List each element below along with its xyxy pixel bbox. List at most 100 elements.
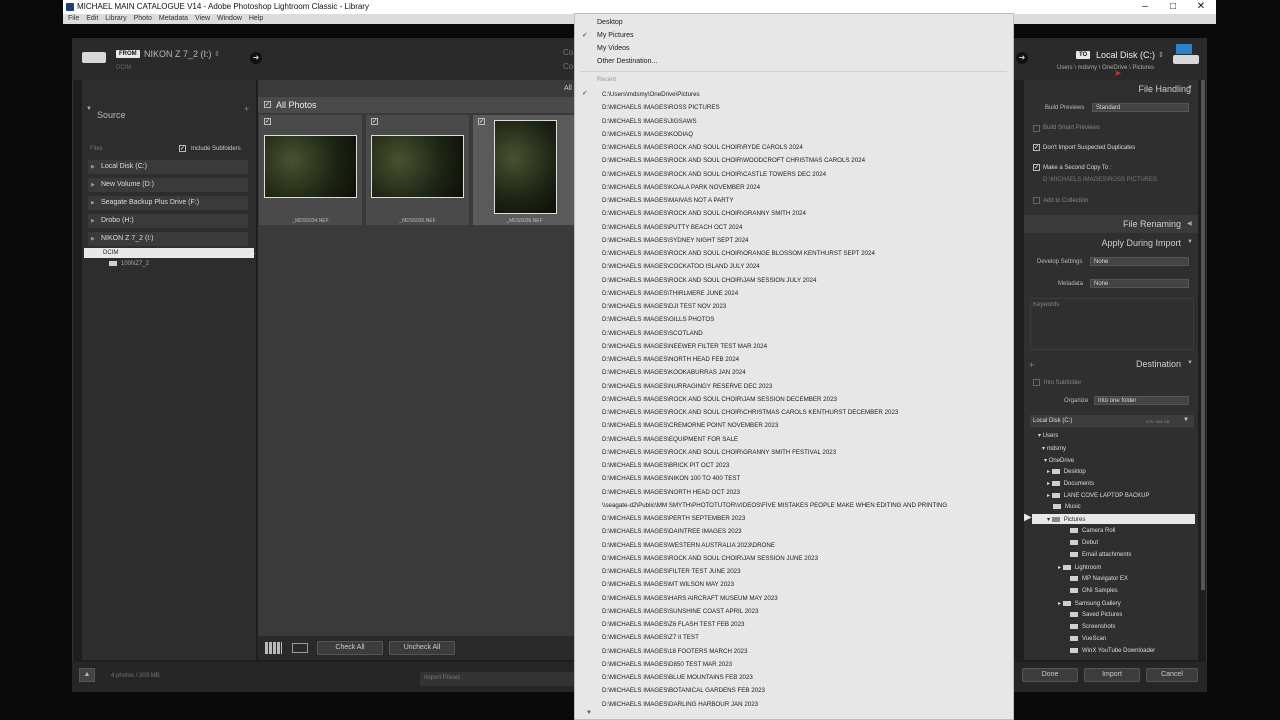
tree-music[interactable]: Music xyxy=(1053,504,1081,510)
tree-winx-downloader[interactable]: WinX YouTube Downloader xyxy=(1070,648,1155,654)
menu-item-recent-destination[interactable]: \\seagate-d2\Public\MM SMYTH\PHOTOTUTOR\… xyxy=(602,501,947,510)
menu-item-recent-destination[interactable]: D:\MICHAELS IMAGES\NORTH HEAD OCT 2023 xyxy=(602,488,740,497)
destination-header[interactable]: Destination xyxy=(1136,359,1181,369)
dont-import-duplicates-checkbox[interactable]: ✓ xyxy=(1033,144,1040,151)
menu-item-recent-destination[interactable]: D:\MICHAELS IMAGES\Z6 FLASH TEST FEB 202… xyxy=(602,620,744,629)
tree-vuescan[interactable]: VueScan xyxy=(1070,636,1106,642)
tree-debut[interactable]: Debut xyxy=(1070,540,1098,546)
apply-during-import-header[interactable]: Apply During Import xyxy=(1101,238,1181,248)
menu-item-recent-destination[interactable]: D:\MICHAELS IMAGES\PERTH SEPTEMBER 2023 xyxy=(602,514,745,523)
tree-mdsmy[interactable]: ▾ mdsmy xyxy=(1042,445,1066,452)
develop-settings-select[interactable]: None xyxy=(1090,257,1189,266)
folder-100nz7-2[interactable]: 100NZ7_2 xyxy=(109,261,149,267)
metadata-select[interactable]: None xyxy=(1090,279,1189,288)
menu-item-recent-destination[interactable]: D:\MICHAELS IMAGES\EQUIPMENT FOR SALE xyxy=(602,435,738,444)
done-button[interactable]: Done xyxy=(1022,668,1078,682)
menu-item-recent-destination[interactable]: D:\MICHAELS IMAGES\ROCK AND SOUL CHOIR\R… xyxy=(602,143,803,152)
second-copy-checkbox[interactable]: ✓ xyxy=(1033,164,1040,171)
destination-dropdown-arrow[interactable]: ⇕ xyxy=(1158,51,1164,59)
menu-edit[interactable]: Edit xyxy=(86,14,98,24)
photo-thumbnail[interactable]: ✓ _MDS5035.NEF xyxy=(366,115,470,225)
add-to-collection-checkbox[interactable] xyxy=(1033,197,1040,204)
volume-local-disk-c[interactable]: Local Disk (C:) xyxy=(88,160,248,174)
menu-file[interactable]: File xyxy=(68,14,79,24)
tree-saved-pictures[interactable]: Saved Pictures xyxy=(1070,612,1122,618)
import-button[interactable]: Import xyxy=(1084,668,1140,682)
menu-item-recent-destination[interactable]: D:\MICHAELS IMAGES\CREMORNE POINT NOVEMB… xyxy=(602,421,778,430)
menu-metadata[interactable]: Metadata xyxy=(159,14,188,24)
menu-item-recent-destination[interactable]: D:\MICHAELS IMAGES\ROCK AND SOUL CHOIR\G… xyxy=(602,209,806,218)
menu-item-recent-destination[interactable]: D:\MICHAELS IMAGES\D850 TEST MAR 2023 xyxy=(602,660,732,669)
menu-item-recent-destination[interactable]: D:\MICHAELS IMAGES\PUTTY BEACH OCT 2024 xyxy=(602,223,742,232)
collapse-triangle-icon[interactable]: ▼ xyxy=(1187,239,1193,245)
grid-view-icon[interactable] xyxy=(265,642,282,654)
volume-nikon-i[interactable]: NIKON Z 7_2 (I:) xyxy=(88,232,248,246)
menu-item-recent-destination[interactable]: D:\MICHAELS IMAGES\ROCK AND SOUL CHOIR\J… xyxy=(602,276,816,285)
add-destination-icon[interactable]: + xyxy=(1029,360,1034,370)
view-filter-all[interactable]: All xyxy=(564,85,572,92)
collapse-triangle-icon[interactable]: ▼ xyxy=(1183,417,1189,423)
photo-checkbox[interactable]: ✓ xyxy=(478,118,485,125)
tree-email-attachments[interactable]: Email attachments xyxy=(1070,552,1131,558)
menu-item-recent-destination[interactable]: D:\MICHAELS IMAGES\FILTER TEST JUNE 2023 xyxy=(602,567,741,576)
volume-drobo-h[interactable]: Drobo (H:) xyxy=(88,214,248,228)
uncheck-all-button[interactable]: Uncheck All xyxy=(389,641,455,655)
destination-name[interactable]: Local Disk (C:) xyxy=(1096,50,1155,60)
menu-view[interactable]: View xyxy=(195,14,210,24)
menu-item-recent-destination[interactable]: D:\MICHAELS IMAGES\DJI TEST NOV 2023 xyxy=(602,302,726,311)
menu-window[interactable]: Window xyxy=(217,14,242,24)
menu-item-recent-destination[interactable]: D:\MICHAELS IMAGES\BLUE MOUNTAINS FEB 20… xyxy=(602,673,753,682)
menu-item-recent-destination[interactable]: D:\MICHAELS IMAGES\18 FOOTERS MARCH 2023 xyxy=(602,647,747,656)
collapse-triangle-icon[interactable]: ▼ xyxy=(1187,360,1193,366)
menu-item-recent-destination[interactable]: D:\MICHAELS IMAGES\SYDNEY NIGHT SEPT 202… xyxy=(602,236,748,245)
check-all-button[interactable]: Check All xyxy=(317,641,383,655)
close-window-button[interactable]: ✕ xyxy=(1191,0,1211,14)
menu-item-recent-destination[interactable]: C:\Users\mdsmy\OneDrive\Pictures xyxy=(602,90,700,99)
volume-new-volume-d[interactable]: New Volume (D:) xyxy=(88,178,248,192)
menu-item-recent-destination[interactable]: D:\MICHAELS IMAGES\KOOKABURRAS JAN 2024 xyxy=(602,368,746,377)
menu-item-recent-destination[interactable]: D:\MICHAELS IMAGES\NIKON 100 TO 400 TEST xyxy=(602,474,740,483)
menu-item-recent-destination[interactable]: D:\MICHAELS IMAGES\WESTERN AUSTRALIA 202… xyxy=(602,541,775,550)
menu-photo[interactable]: Photo xyxy=(134,14,152,24)
build-previews-select[interactable]: Standard xyxy=(1092,103,1189,112)
menu-item-recent-destination[interactable]: D:\MICHAELS IMAGES\SUNSHINE COAST APRIL … xyxy=(602,607,758,616)
into-subfolder-checkbox[interactable] xyxy=(1033,379,1040,386)
tree-onedrive[interactable]: ▾ OneDrive xyxy=(1044,457,1074,464)
keywords-input[interactable] xyxy=(1030,298,1194,350)
tree-lightroom[interactable]: ▸ Lightroom xyxy=(1058,564,1101,571)
collapse-triangle-icon[interactable]: ▼ xyxy=(86,106,92,112)
menu-item-recent-destination[interactable]: D:\MICHAELS IMAGES\KOALA PARK NOVEMBER 2… xyxy=(602,183,760,192)
tree-documents[interactable]: ▸ Documents xyxy=(1047,480,1094,487)
tree-lane-cove-backup[interactable]: ▸ LANE COVE LAPTOP BACKUP xyxy=(1047,492,1150,499)
menu-help[interactable]: Help xyxy=(249,14,263,24)
menu-item-recent-destination[interactable]: D:\MICHAELS IMAGES\SCOTLAND xyxy=(602,329,703,338)
menu-item-recent-destination[interactable]: D:\MICHAELS IMAGES\BOTANICAL GARDENS FEB… xyxy=(602,686,765,695)
menu-item-recent-destination[interactable]: D:\MICHAELS IMAGES\MAIVAS NOT A PARTY xyxy=(602,196,734,205)
scroll-down-icon[interactable]: ▼ xyxy=(586,710,592,716)
menu-item-recent-destination[interactable]: D:\MICHAELS IMAGES\ROCK AND SOUL CHOIR\C… xyxy=(602,408,898,417)
minimize-button[interactable]: – xyxy=(1135,0,1155,14)
build-smart-previews-checkbox[interactable] xyxy=(1033,125,1040,132)
second-copy-path[interactable]: D:\MICHAELS IMAGES\ROSS PICTURES xyxy=(1043,177,1157,183)
tree-pictures[interactable]: ▾ Pictures xyxy=(1047,516,1085,523)
menu-item-other-destination[interactable]: Other Destination... xyxy=(597,57,657,67)
menu-item-recent-destination[interactable]: D:\MICHAELS IMAGES\DAINTREE IMAGES 2023 xyxy=(602,527,742,536)
source-dropdown-arrow[interactable]: ⇕ xyxy=(214,50,220,58)
menu-item-recent-destination[interactable]: D:\MICHAELS IMAGES\NEEWER FILTER TEST MA… xyxy=(602,342,767,351)
menu-item-recent-destination[interactable]: D:\MICHAELS IMAGES\ROCK AND SOUL CHOIR\C… xyxy=(602,170,826,179)
menu-item-recent-destination[interactable]: D:\MICHAELS IMAGES\ROCK AND SOUL CHOIR\O… xyxy=(602,249,875,258)
folder-dcim-selected[interactable]: DCIM xyxy=(84,248,254,258)
photo-checkbox[interactable]: ✓ xyxy=(371,118,378,125)
file-renaming-header[interactable]: File Renaming xyxy=(1123,219,1181,229)
menu-item-my-pictures[interactable]: My Pictures xyxy=(597,31,634,41)
menu-item-recent-destination[interactable]: D:\MICHAELS IMAGES\DARLING HARBOUR JAN 2… xyxy=(602,700,758,709)
loupe-view-icon[interactable] xyxy=(292,643,308,653)
organize-select[interactable]: Into one folder xyxy=(1094,396,1189,405)
file-handling-header[interactable]: File Handling xyxy=(1138,84,1191,94)
menu-item-recent-destination[interactable]: D:\MICHAELS IMAGES\MT WILSON MAY 2023 xyxy=(602,580,734,589)
cancel-button[interactable]: Cancel xyxy=(1146,668,1198,682)
menu-item-recent-destination[interactable]: D:\MICHAELS IMAGES\HARS AIRCRAFT MUSEUM … xyxy=(602,594,778,603)
tree-mp-navigator[interactable]: MP Navigator EX xyxy=(1070,576,1128,582)
menu-item-recent-destination[interactable]: D:\MICHAELS IMAGES\NURRAGINGY RESERVE DE… xyxy=(602,382,772,391)
tree-screenshots[interactable]: Screenshots xyxy=(1070,624,1115,630)
